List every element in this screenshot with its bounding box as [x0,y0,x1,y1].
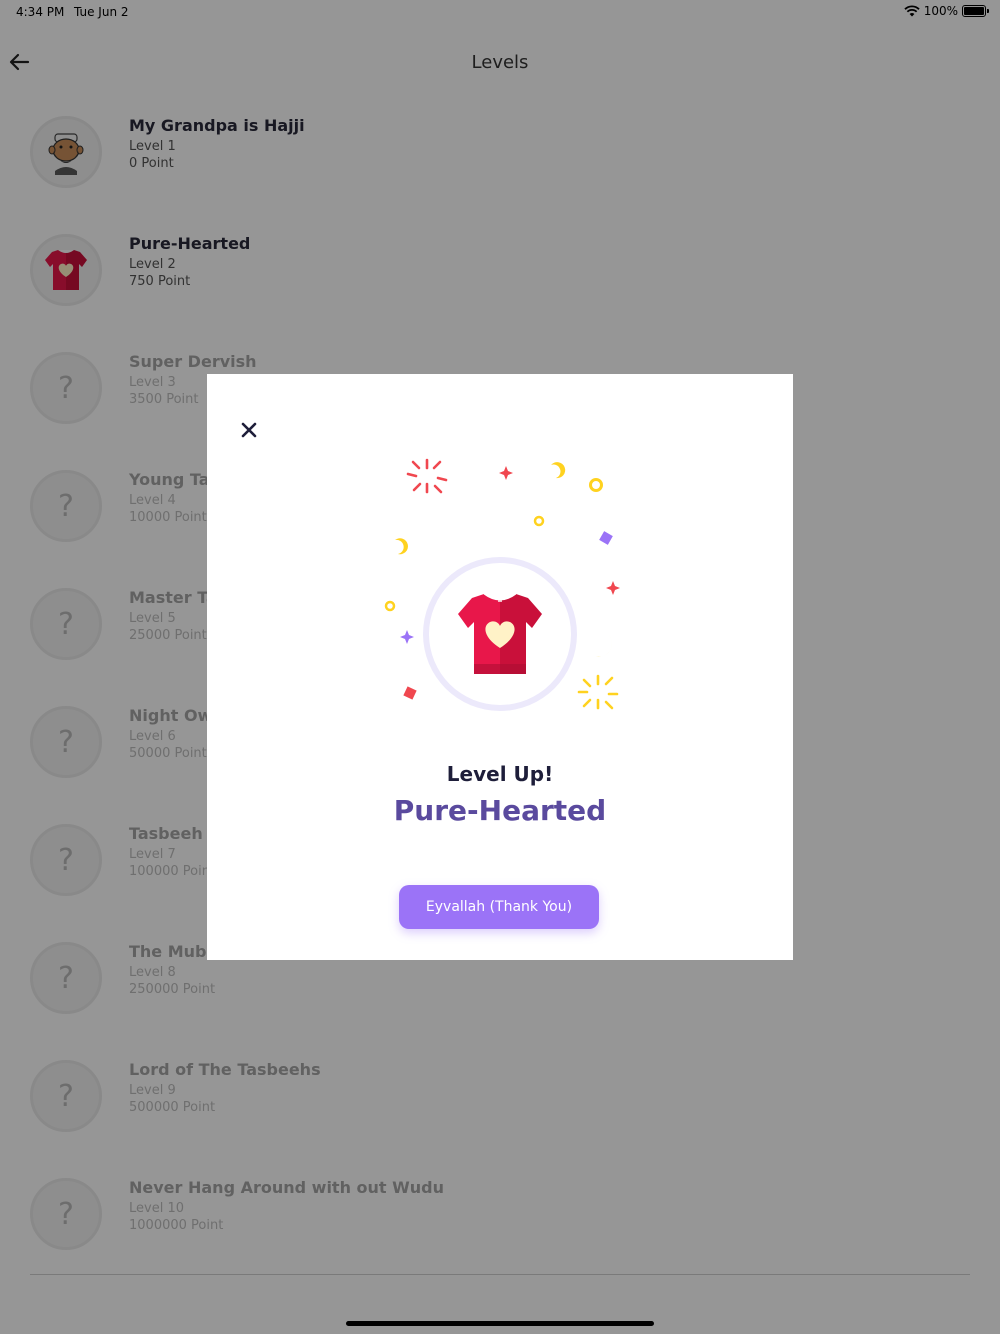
diamond-red-icon [403,686,417,700]
level-name-title: Pure-Hearted [393,794,607,827]
thank-you-button[interactable]: Eyvallah (Thank You) [399,885,599,929]
firework-red-icon [406,458,448,494]
diamond-purple-icon [599,531,613,545]
moon-yellow-icon [589,634,612,657]
star-red-icon [499,466,513,480]
moon-yellow-icon [551,462,566,479]
level-up-subtitle: Level Up! [446,762,554,786]
firework-yellow-icon [577,674,619,710]
level-up-modal: Level Up! Pure-Hearted Eyvallah (Thank Y… [207,374,793,960]
moon-yellow-icon [395,538,408,555]
star-red-icon [606,581,620,595]
close-icon[interactable] [237,418,261,442]
ring-yellow-icon [589,478,603,492]
ring-yellow-icon [533,515,545,527]
heart-shirt-icon [458,593,542,674]
home-indicator [346,1321,654,1326]
badge-inner [429,563,571,705]
ring-yellow-icon [384,600,396,612]
badge-ring [423,557,577,711]
star-purple-icon [400,630,414,644]
